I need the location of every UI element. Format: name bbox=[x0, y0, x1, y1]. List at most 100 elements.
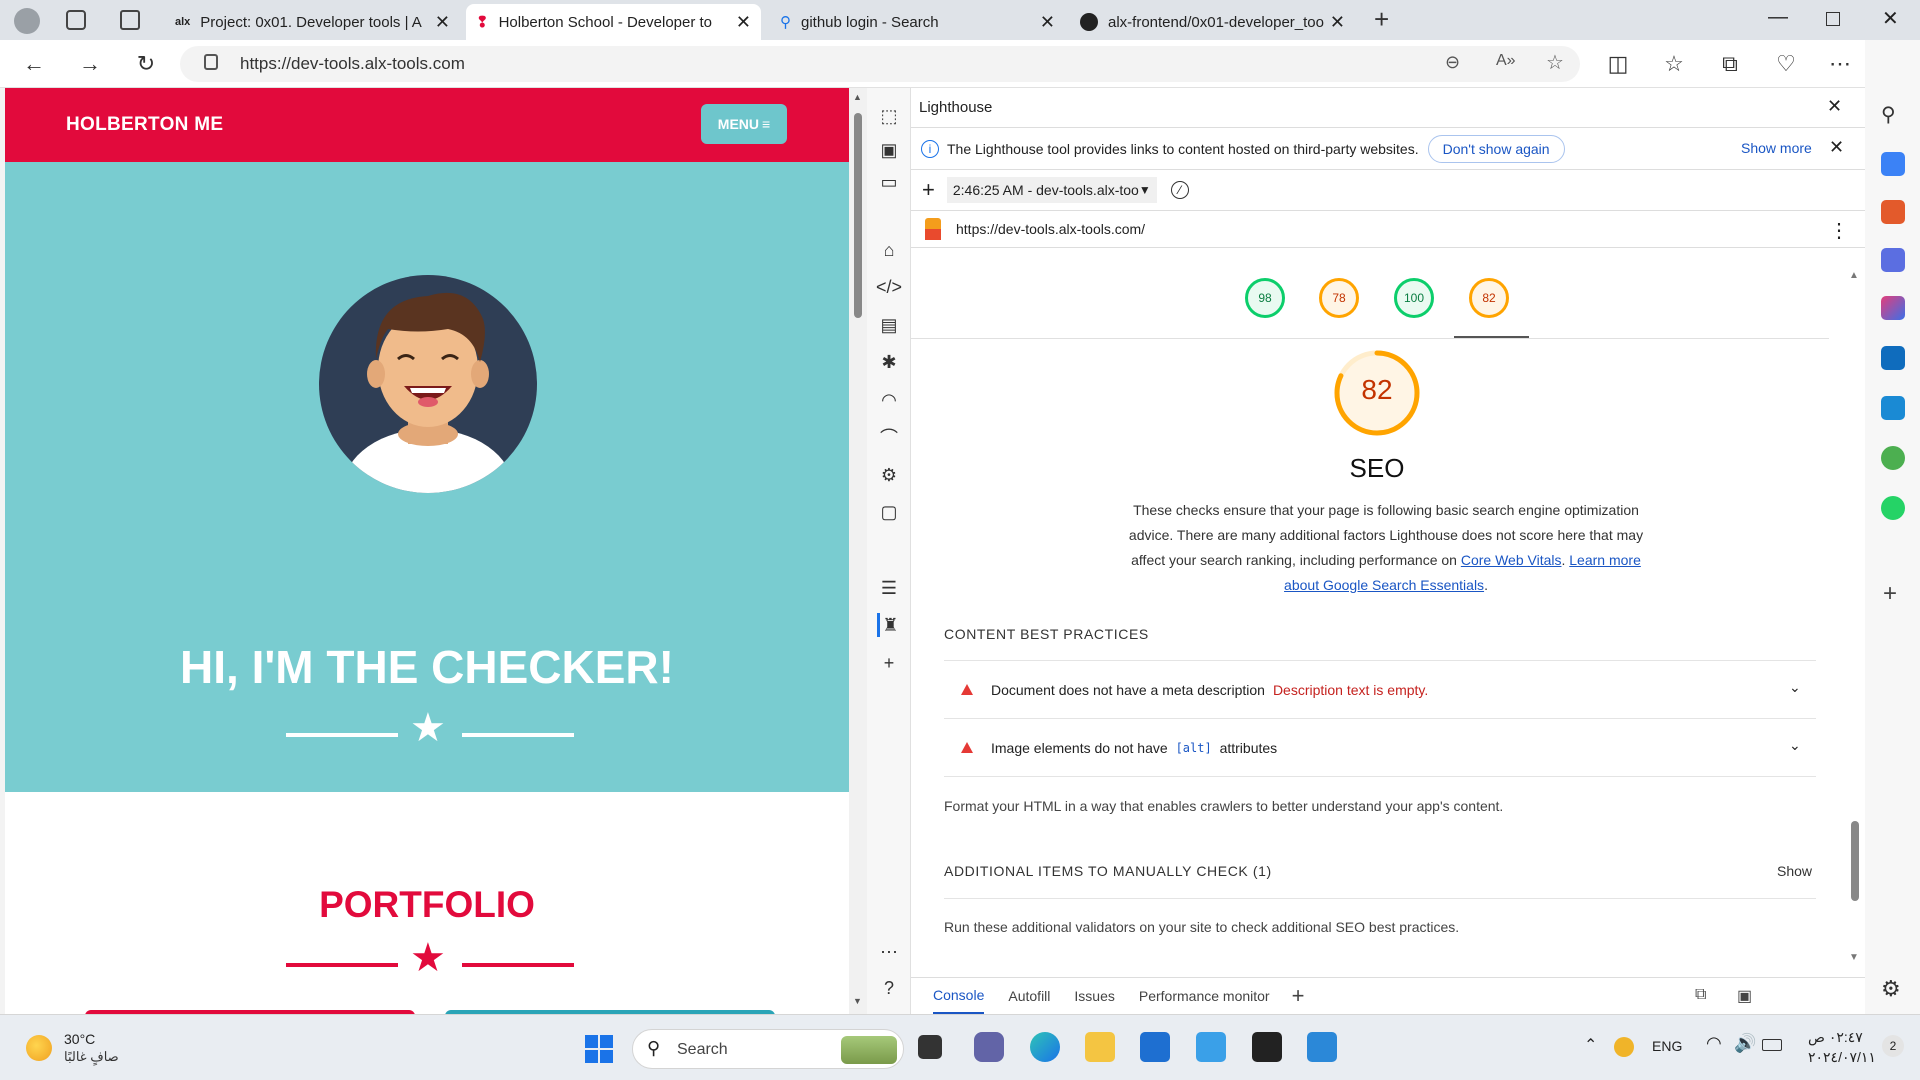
refresh-button[interactable]: ↻ bbox=[132, 50, 160, 78]
core-web-vitals-link[interactable]: Core Web Vitals bbox=[1461, 552, 1562, 568]
microsoft-365-icon[interactable] bbox=[1881, 296, 1905, 320]
scrollbar-thumb[interactable] bbox=[854, 113, 862, 318]
device-emulation-icon[interactable]: ▣ bbox=[877, 138, 901, 162]
chevron-down-icon[interactable]: ⌄ bbox=[1789, 679, 1801, 696]
score-gauge-best-practices[interactable]: 100 bbox=[1394, 278, 1434, 318]
drawer-tab-issues[interactable]: Issues bbox=[1074, 988, 1114, 1004]
console-icon[interactable]: ▤ bbox=[877, 313, 901, 337]
scroll-up-arrow[interactable]: ▲ bbox=[853, 92, 862, 102]
close-window-button[interactable]: ✕ bbox=[1882, 6, 1899, 31]
close-tab-icon[interactable]: ✕ bbox=[736, 12, 751, 33]
read-aloud-icon[interactable]: A» bbox=[1496, 52, 1516, 70]
start-windows-icon[interactable] bbox=[585, 1035, 613, 1063]
file-explorer-icon[interactable] bbox=[1085, 1032, 1115, 1062]
collections-icon[interactable]: ⧉ bbox=[1716, 50, 1744, 78]
add-sidebar-app-icon[interactable]: + bbox=[1883, 580, 1897, 608]
help-icon[interactable]: ? bbox=[877, 976, 901, 1000]
new-report-plus-icon[interactable]: + bbox=[922, 177, 935, 203]
manual-check-header[interactable]: ADDITIONAL ITEMS TO MANUALLY CHECK (1) bbox=[944, 863, 1272, 879]
teams-meet-icon[interactable] bbox=[974, 1032, 1004, 1062]
elements-icon[interactable]: </> bbox=[876, 275, 902, 299]
address-bar[interactable]: https://dev-tools.alx-tools.com ⊖ A» ☆ bbox=[180, 46, 1580, 82]
restore-button[interactable] bbox=[1826, 12, 1840, 26]
weather-widget[interactable]: 30°C صافٍ غالبًا bbox=[24, 1029, 144, 1069]
more-options-icon[interactable]: ⋯ bbox=[877, 940, 901, 964]
memory-chip-icon[interactable]: ⚙ bbox=[877, 463, 901, 487]
dock-drawer-icon[interactable]: ▣ bbox=[1737, 986, 1752, 1006]
close-tab-icon[interactable]: ✕ bbox=[1330, 12, 1345, 33]
notification-badge[interactable]: 2 bbox=[1882, 1035, 1904, 1057]
minimize-button[interactable]: — bbox=[1768, 6, 1788, 29]
audit-meta-description[interactable]: Document does not have a meta descriptio… bbox=[944, 660, 1816, 718]
edge-browser-icon[interactable] bbox=[1030, 1032, 1060, 1062]
tab-alx-project[interactable]: alx Project: 0x01. Developer tools | A ✕ bbox=[165, 4, 460, 40]
profile-avatar[interactable] bbox=[14, 8, 40, 34]
more-menu-icon[interactable]: ⋯ bbox=[1826, 50, 1854, 78]
sidebar-settings-gear-icon[interactable]: ⚙ bbox=[1881, 976, 1901, 1002]
clear-reports-icon[interactable]: ⁄ bbox=[1170, 181, 1189, 199]
close-tab-icon[interactable]: ✕ bbox=[1040, 12, 1055, 33]
volume-icon[interactable]: 🔊 bbox=[1734, 1033, 1756, 1054]
taskbar-search-box[interactable]: ⚲ Search bbox=[632, 1029, 904, 1069]
network-wifi-icon[interactable]: ◠ bbox=[877, 388, 901, 412]
favorite-star-icon[interactable]: ☆ bbox=[1546, 50, 1564, 75]
wifi-icon[interactable]: ◠ bbox=[1706, 1033, 1722, 1054]
dock-icon[interactable]: ▭ bbox=[877, 170, 901, 194]
menu-button[interactable]: MENU ≡ bbox=[701, 104, 787, 144]
split-screen-icon[interactable]: ◫ bbox=[1604, 50, 1632, 78]
forward-button[interactable]: → bbox=[76, 50, 104, 78]
shopping-tag-icon[interactable] bbox=[1881, 152, 1905, 176]
chevron-down-icon[interactable]: ⌄ bbox=[1789, 737, 1801, 754]
score-gauge-performance[interactable]: 98 bbox=[1245, 278, 1285, 318]
drawer-tab-performance-monitor[interactable]: Performance monitor bbox=[1139, 988, 1270, 1004]
scroll-down-arrow[interactable]: ▼ bbox=[853, 996, 862, 1006]
show-manual-button[interactable]: Show bbox=[1777, 863, 1812, 879]
snipping-tool-icon[interactable] bbox=[1307, 1032, 1337, 1062]
tools-briefcase-icon[interactable] bbox=[1881, 200, 1905, 224]
whatsapp-icon[interactable] bbox=[1881, 496, 1905, 520]
report-select[interactable]: 2:46:25 AM - dev-tools.alx-too ▼ bbox=[946, 177, 1157, 203]
tab-github-search[interactable]: ⚲ github login - Search ✕ bbox=[770, 4, 1065, 40]
tray-app-icon[interactable] bbox=[1614, 1037, 1634, 1057]
outlook-icon[interactable] bbox=[1881, 346, 1905, 370]
dont-show-again-button[interactable]: Don't show again bbox=[1427, 134, 1565, 163]
tab-holberton[interactable]: ❢ Holberton School - Developer to ✕ bbox=[466, 4, 761, 40]
clock-time[interactable]: ٠٢:٤٧ ص bbox=[1808, 1029, 1863, 1046]
performance-icon[interactable]: ⌒ bbox=[877, 425, 901, 449]
battery-icon[interactable] bbox=[1762, 1039, 1782, 1051]
send-icon[interactable] bbox=[1881, 396, 1905, 420]
panel-scroll-up[interactable]: ▲ bbox=[1849, 270, 1859, 281]
page-scrollbar[interactable]: ▲ ▼ bbox=[849, 88, 867, 1014]
inspect-icon[interactable]: ⬚ bbox=[877, 104, 901, 128]
audit-image-alt[interactable]: Image elements do not have [alt] attribu… bbox=[944, 718, 1816, 776]
new-tab-button[interactable]: + bbox=[1374, 4, 1389, 35]
workspaces-icon[interactable] bbox=[66, 10, 86, 30]
close-infobar-icon[interactable]: ✕ bbox=[1829, 137, 1844, 158]
panel-scroll-down[interactable]: ▼ bbox=[1849, 952, 1859, 963]
input-language[interactable]: ENG bbox=[1652, 1038, 1682, 1054]
back-button[interactable]: ← bbox=[20, 50, 48, 78]
application-icon[interactable]: ▢ bbox=[877, 500, 901, 524]
panel-scrollbar-thumb[interactable] bbox=[1851, 821, 1859, 901]
tree-icon[interactable] bbox=[1881, 446, 1905, 470]
close-tab-icon[interactable]: ✕ bbox=[435, 12, 450, 33]
task-view-icon[interactable] bbox=[918, 1035, 942, 1059]
browser-essentials-icon[interactable]: ♡ bbox=[1772, 50, 1800, 78]
score-gauge-accessibility[interactable]: 78 bbox=[1319, 278, 1359, 318]
lighthouse-icon[interactable]: ♜ bbox=[877, 613, 901, 637]
zoom-icon[interactable]: ⊖ bbox=[1445, 52, 1460, 73]
drawer-tab-console[interactable]: Console bbox=[933, 978, 985, 1014]
show-more-link[interactable]: Show more bbox=[1741, 140, 1812, 156]
more-tools-plus-icon[interactable]: + bbox=[877, 651, 901, 675]
show-hidden-icons-chevron-icon[interactable]: ⌃ bbox=[1584, 1035, 1597, 1055]
microsoft-store-icon[interactable] bbox=[1140, 1032, 1170, 1062]
drawer-tab-autofill[interactable]: Autofill bbox=[1008, 988, 1050, 1004]
screencast-icon[interactable]: ⧉ bbox=[1695, 986, 1706, 1004]
report-menu-icon[interactable]: ⋮ bbox=[1829, 218, 1849, 243]
clock-date[interactable]: ٢٠٢٤/٠٧/١١ bbox=[1808, 1049, 1876, 1066]
notepad-icon[interactable] bbox=[1196, 1032, 1226, 1062]
search-icon[interactable]: ⚲ bbox=[1881, 102, 1896, 127]
add-drawer-tab-icon[interactable]: + bbox=[1292, 983, 1305, 1009]
terminal-icon[interactable] bbox=[1252, 1032, 1282, 1062]
sources-bug-icon[interactable]: ✱ bbox=[877, 350, 901, 374]
